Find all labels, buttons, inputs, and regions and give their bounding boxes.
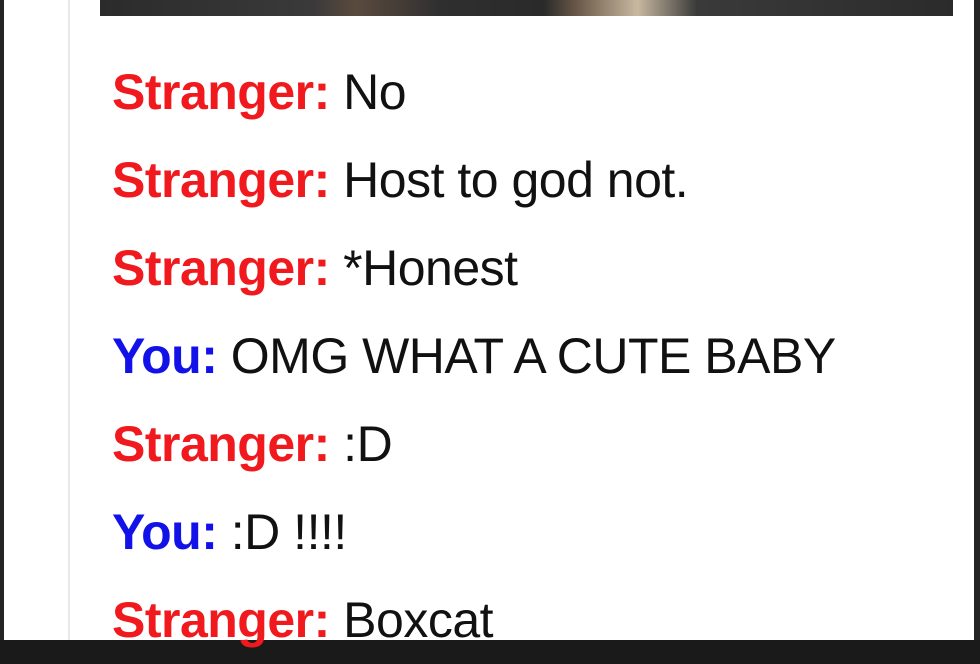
chat-message: Stranger: No: [112, 48, 972, 136]
speaker-label-you: You:: [112, 504, 218, 560]
chat-message: You: :D !!!!: [112, 488, 972, 576]
screenshot-frame: Stranger: No Stranger: Host to god not. …: [0, 0, 980, 648]
video-image-bottom-edge: [100, 0, 953, 16]
chat-message: Stranger: Boxcat: [112, 576, 972, 664]
message-text: :D !!!!: [230, 504, 347, 560]
chat-panel: Stranger: No Stranger: Host to god not. …: [4, 0, 974, 648]
message-text: :D: [343, 416, 393, 472]
chat-message: Stranger: *Honest: [112, 224, 972, 312]
message-text: No: [343, 64, 407, 120]
speaker-label-stranger: Stranger:: [112, 416, 330, 472]
message-text: Host to god not.: [343, 152, 689, 208]
speaker-label-stranger: Stranger:: [112, 152, 330, 208]
speaker-label-stranger: Stranger:: [112, 64, 330, 120]
message-text: *Honest: [343, 240, 518, 296]
chat-message: Stranger: :D: [112, 400, 972, 488]
speaker-label-you: You:: [112, 328, 218, 384]
message-text: OMG WHAT A CUTE BABY: [230, 328, 836, 384]
speaker-label-stranger: Stranger:: [112, 240, 330, 296]
chat-message: You: OMG WHAT A CUTE BABY: [112, 312, 972, 400]
chat-message: Stranger: Host to god not.: [112, 136, 972, 224]
panel-divider: [68, 0, 70, 640]
chat-log: Stranger: No Stranger: Host to god not. …: [112, 48, 972, 664]
